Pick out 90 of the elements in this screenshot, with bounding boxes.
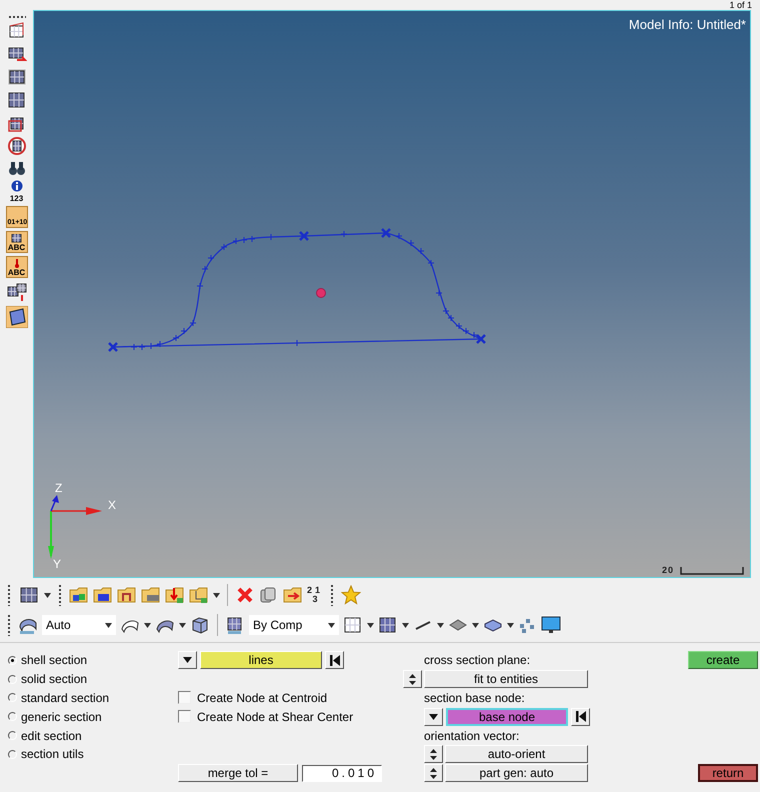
dropdown-button[interactable] (424, 708, 443, 726)
caret-icon (183, 657, 192, 664)
binoculars-icon[interactable] (6, 159, 26, 177)
axis-label: Y (53, 557, 62, 571)
folder-down-arrow-icon[interactable] (165, 585, 185, 605)
grid-swap-icon[interactable] (6, 281, 28, 303)
cube-icon[interactable] (190, 615, 210, 635)
grid-tag-icon (10, 234, 22, 243)
spinner-button[interactable] (424, 764, 443, 782)
color-mode-dropdown[interactable]: By Comp (249, 615, 339, 635)
axis-triad-drawing (48, 495, 102, 559)
checkbox[interactable] (178, 710, 191, 724)
wireframe-cube-icon[interactable] (343, 615, 363, 635)
return-button[interactable]: return (698, 764, 758, 782)
info-caption: 123 (10, 195, 24, 203)
plane-icon[interactable] (6, 306, 28, 328)
entity-selector[interactable]: lines (200, 651, 322, 670)
checkbox-label[interactable]: Create Node at Centroid (197, 690, 328, 705)
field-label: section base node: (424, 690, 525, 705)
scale-bar-icon (680, 567, 744, 575)
reset-icon (576, 711, 586, 722)
caret-icon[interactable] (144, 622, 151, 628)
circled-grid-icon[interactable] (6, 136, 26, 156)
reset-button[interactable] (571, 708, 590, 726)
folder-arrow-icon[interactable] (283, 585, 303, 605)
info-icon[interactable] (10, 180, 22, 192)
caret-icon[interactable] (437, 622, 444, 628)
radio-button[interactable] (8, 750, 17, 759)
field-label: orientation vector: (424, 728, 520, 743)
label-tool-button[interactable]: ABC (6, 231, 28, 253)
radio-label[interactable]: standard section (21, 690, 110, 705)
radio-label[interactable]: shell section (21, 653, 88, 668)
up-down-icon (430, 748, 437, 760)
merge-tol-field[interactable]: 0.010 (302, 764, 382, 782)
caret-icon[interactable] (507, 622, 514, 628)
delete-icon[interactable] (235, 585, 255, 605)
reset-button[interactable] (325, 651, 344, 670)
base-node-selector[interactable]: base node (446, 708, 568, 726)
star-icon[interactable] (341, 585, 361, 605)
folder-chart-icon[interactable] (117, 585, 137, 605)
renumber-button[interactable]: 2 1 3 (307, 586, 323, 604)
up-down-icon (409, 674, 416, 685)
axis-label: X (108, 498, 116, 512)
create-button[interactable]: create (688, 651, 758, 670)
caret-icon[interactable] (105, 622, 112, 628)
mesh-icon[interactable] (6, 90, 26, 110)
radio-button[interactable] (8, 656, 17, 665)
spinner-button[interactable] (424, 745, 443, 764)
axis-label: Z (55, 481, 62, 495)
radio-label[interactable]: generic section (21, 710, 102, 724)
node-dot (316, 288, 326, 298)
radio-button[interactable] (8, 693, 17, 702)
label-tool-button[interactable]: ABC (6, 256, 28, 278)
radio-button[interactable] (8, 731, 17, 740)
caret-icon[interactable] (328, 622, 335, 628)
checkbox[interactable] (178, 691, 191, 704)
caret-icon[interactable] (367, 622, 374, 628)
page-counter: 1 of 1 (729, 0, 752, 10)
auto-dropdown[interactable]: Auto (42, 615, 116, 635)
caret-icon (429, 714, 438, 720)
field-label: cross section plane: (424, 653, 530, 668)
shaded-cube-icon[interactable] (378, 615, 398, 635)
scale-label: 20 (662, 565, 674, 575)
model-viewport[interactable]: Model Info: Untitled* Z X Y 20 (33, 10, 751, 578)
caret-icon[interactable] (179, 622, 186, 628)
caret-icon[interactable] (213, 592, 220, 598)
checkbox-label[interactable]: Create Node at Shear Center (197, 710, 354, 724)
folder-axes-icon[interactable] (189, 585, 209, 605)
dropdown-button[interactable] (178, 651, 197, 670)
caret-icon[interactable] (44, 592, 51, 598)
up-down-icon (430, 768, 437, 779)
spinner-button[interactable] (403, 670, 422, 688)
folder-block-icon[interactable] (141, 585, 161, 605)
orientation-selector[interactable]: auto-orient (445, 745, 588, 764)
folder-cube-icon[interactable] (93, 585, 113, 605)
radio-label[interactable]: solid section (21, 672, 88, 686)
caret-icon[interactable] (472, 622, 479, 628)
radio-label[interactable]: edit section (21, 728, 82, 743)
radio-button[interactable] (8, 674, 17, 684)
reset-icon (330, 654, 340, 666)
part-gen-selector[interactable]: part gen: auto (445, 764, 588, 782)
grid-panel-icon[interactable] (6, 67, 26, 87)
radio-label[interactable]: section utils (21, 747, 84, 762)
merge-tol-button[interactable]: merge tol = (178, 764, 298, 782)
folder-blocks-icon[interactable] (69, 585, 89, 605)
radio-button[interactable] (8, 712, 17, 722)
monitor-icon[interactable] (540, 615, 562, 635)
plane-selector[interactable]: fit to entities (424, 670, 588, 688)
model-info: Model Info: Untitled* (628, 17, 746, 32)
caret-icon[interactable] (402, 622, 409, 628)
